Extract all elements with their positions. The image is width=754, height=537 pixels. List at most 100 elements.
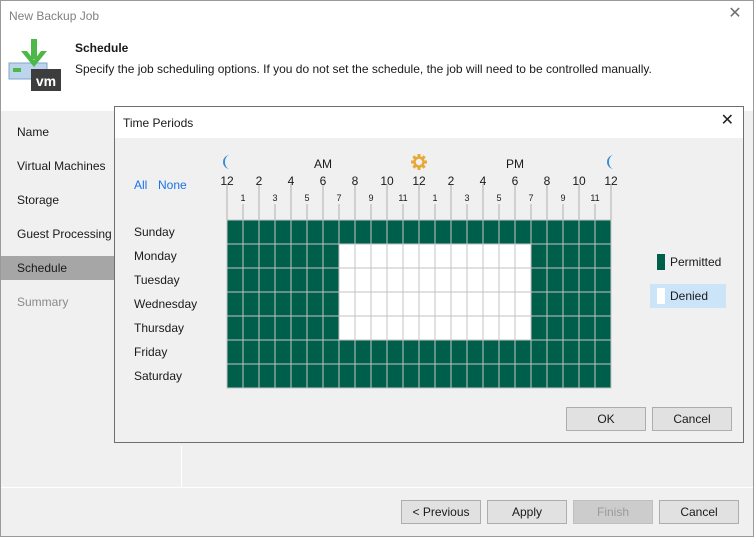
grid-cell-tuesday-18-denied[interactable] xyxy=(514,267,532,293)
grid-cell-saturday-9-permitted[interactable] xyxy=(370,363,388,389)
grid-cell-friday-3-permitted[interactable] xyxy=(274,339,292,365)
grid-cell-tuesday-5-permitted[interactable] xyxy=(306,267,324,293)
grid-cell-saturday-5-permitted[interactable] xyxy=(306,363,324,389)
grid-cell-tuesday-20-permitted[interactable] xyxy=(546,267,564,293)
grid-cell-saturday-4-permitted[interactable] xyxy=(290,363,308,389)
grid-cell-tuesday-16-denied[interactable] xyxy=(482,267,500,293)
grid-cell-sunday-12-permitted[interactable] xyxy=(418,219,436,245)
grid-cell-monday-18-denied[interactable] xyxy=(514,243,532,269)
grid-cell-monday-0-permitted[interactable] xyxy=(226,243,244,269)
grid-cell-monday-6-permitted[interactable] xyxy=(322,243,340,269)
grid-cell-sunday-18-permitted[interactable] xyxy=(514,219,532,245)
grid-cell-monday-20-permitted[interactable] xyxy=(546,243,564,269)
grid-cell-tuesday-17-denied[interactable] xyxy=(498,267,516,293)
grid-cell-sunday-11-permitted[interactable] xyxy=(402,219,420,245)
grid-cell-monday-5-permitted[interactable] xyxy=(306,243,324,269)
grid-cell-monday-22-permitted[interactable] xyxy=(578,243,596,269)
grid-cell-tuesday-2-permitted[interactable] xyxy=(258,267,276,293)
grid-cell-tuesday-6-permitted[interactable] xyxy=(322,267,340,293)
grid-cell-friday-6-permitted[interactable] xyxy=(322,339,340,365)
grid-cell-wednesday-3-permitted[interactable] xyxy=(274,291,292,317)
grid-cell-sunday-10-permitted[interactable] xyxy=(386,219,404,245)
grid-cell-tuesday-23-permitted[interactable] xyxy=(594,267,612,293)
grid-cell-friday-17-permitted[interactable] xyxy=(498,339,516,365)
grid-cell-sunday-9-permitted[interactable] xyxy=(370,219,388,245)
grid-cell-thursday-3-permitted[interactable] xyxy=(274,315,292,341)
time-period-grid[interactable]: 12123456789101112123456789101112AM PM xyxy=(115,107,743,397)
grid-cell-tuesday-14-denied[interactable] xyxy=(450,267,468,293)
grid-cell-wednesday-7-denied[interactable] xyxy=(338,291,356,317)
previous-button[interactable]: < Previous xyxy=(401,500,481,524)
grid-cell-monday-23-permitted[interactable] xyxy=(594,243,612,269)
grid-cell-friday-1-permitted[interactable] xyxy=(242,339,260,365)
grid-cell-sunday-22-permitted[interactable] xyxy=(578,219,596,245)
grid-cell-wednesday-0-permitted[interactable] xyxy=(226,291,244,317)
grid-cell-monday-11-denied[interactable] xyxy=(402,243,420,269)
grid-cell-sunday-5-permitted[interactable] xyxy=(306,219,324,245)
grid-cell-friday-14-permitted[interactable] xyxy=(450,339,468,365)
grid-cell-tuesday-13-denied[interactable] xyxy=(434,267,452,293)
grid-cell-sunday-16-permitted[interactable] xyxy=(482,219,500,245)
grid-cell-thursday-7-denied[interactable] xyxy=(338,315,356,341)
grid-cell-thursday-17-denied[interactable] xyxy=(498,315,516,341)
grid-cell-saturday-0-permitted[interactable] xyxy=(226,363,244,389)
grid-cell-monday-4-permitted[interactable] xyxy=(290,243,308,269)
grid-cell-friday-21-permitted[interactable] xyxy=(562,339,580,365)
sidebar-item-schedule[interactable]: Schedule xyxy=(1,256,116,280)
grid-cell-wednesday-15-denied[interactable] xyxy=(466,291,484,317)
apply-button[interactable]: Apply xyxy=(487,500,567,524)
grid-cell-saturday-14-permitted[interactable] xyxy=(450,363,468,389)
grid-cell-saturday-13-permitted[interactable] xyxy=(434,363,452,389)
grid-cell-friday-5-permitted[interactable] xyxy=(306,339,324,365)
grid-cell-wednesday-17-denied[interactable] xyxy=(498,291,516,317)
grid-cell-sunday-0-permitted[interactable] xyxy=(226,219,244,245)
grid-cell-tuesday-19-permitted[interactable] xyxy=(530,267,548,293)
cancel-button[interactable]: Cancel xyxy=(659,500,739,524)
grid-cell-monday-8-denied[interactable] xyxy=(354,243,372,269)
grid-cell-thursday-19-permitted[interactable] xyxy=(530,315,548,341)
grid-cell-monday-17-denied[interactable] xyxy=(498,243,516,269)
grid-cell-wednesday-5-permitted[interactable] xyxy=(306,291,324,317)
grid-cell-wednesday-10-denied[interactable] xyxy=(386,291,404,317)
grid-cell-wednesday-23-permitted[interactable] xyxy=(594,291,612,317)
grid-cell-thursday-13-denied[interactable] xyxy=(434,315,452,341)
grid-cell-monday-21-permitted[interactable] xyxy=(562,243,580,269)
grid-cell-friday-7-permitted[interactable] xyxy=(338,339,356,365)
grid-cell-sunday-7-permitted[interactable] xyxy=(338,219,356,245)
grid-cell-saturday-18-permitted[interactable] xyxy=(514,363,532,389)
grid-cell-sunday-13-permitted[interactable] xyxy=(434,219,452,245)
grid-cell-friday-10-permitted[interactable] xyxy=(386,339,404,365)
grid-cell-tuesday-8-denied[interactable] xyxy=(354,267,372,293)
grid-cell-thursday-20-permitted[interactable] xyxy=(546,315,564,341)
grid-cell-thursday-9-denied[interactable] xyxy=(370,315,388,341)
grid-cell-saturday-21-permitted[interactable] xyxy=(562,363,580,389)
grid-cell-sunday-19-permitted[interactable] xyxy=(530,219,548,245)
grid-cell-saturday-15-permitted[interactable] xyxy=(466,363,484,389)
legend-permitted[interactable]: Permitted xyxy=(650,250,726,274)
dialog-cancel-button[interactable]: Cancel xyxy=(652,407,732,431)
grid-cell-thursday-4-permitted[interactable] xyxy=(290,315,308,341)
grid-cell-thursday-6-permitted[interactable] xyxy=(322,315,340,341)
grid-cell-thursday-11-denied[interactable] xyxy=(402,315,420,341)
grid-cell-tuesday-12-denied[interactable] xyxy=(418,267,436,293)
grid-cell-tuesday-7-denied[interactable] xyxy=(338,267,356,293)
grid-cell-thursday-0-permitted[interactable] xyxy=(226,315,244,341)
grid-cell-monday-1-permitted[interactable] xyxy=(242,243,260,269)
grid-cell-thursday-23-permitted[interactable] xyxy=(594,315,612,341)
grid-cell-friday-0-permitted[interactable] xyxy=(226,339,244,365)
grid-cell-saturday-8-permitted[interactable] xyxy=(354,363,372,389)
grid-cell-monday-19-permitted[interactable] xyxy=(530,243,548,269)
grid-cell-friday-8-permitted[interactable] xyxy=(354,339,372,365)
grid-cell-saturday-7-permitted[interactable] xyxy=(338,363,356,389)
grid-cell-saturday-12-permitted[interactable] xyxy=(418,363,436,389)
grid-cell-wednesday-20-permitted[interactable] xyxy=(546,291,564,317)
grid-cell-thursday-16-denied[interactable] xyxy=(482,315,500,341)
grid-cell-sunday-20-permitted[interactable] xyxy=(546,219,564,245)
grid-cell-thursday-21-permitted[interactable] xyxy=(562,315,580,341)
grid-cell-thursday-22-permitted[interactable] xyxy=(578,315,596,341)
grid-cell-friday-2-permitted[interactable] xyxy=(258,339,276,365)
close-icon[interactable]: ✕ xyxy=(727,6,743,22)
grid-cell-sunday-15-permitted[interactable] xyxy=(466,219,484,245)
grid-cell-saturday-2-permitted[interactable] xyxy=(258,363,276,389)
grid-cell-friday-19-permitted[interactable] xyxy=(530,339,548,365)
